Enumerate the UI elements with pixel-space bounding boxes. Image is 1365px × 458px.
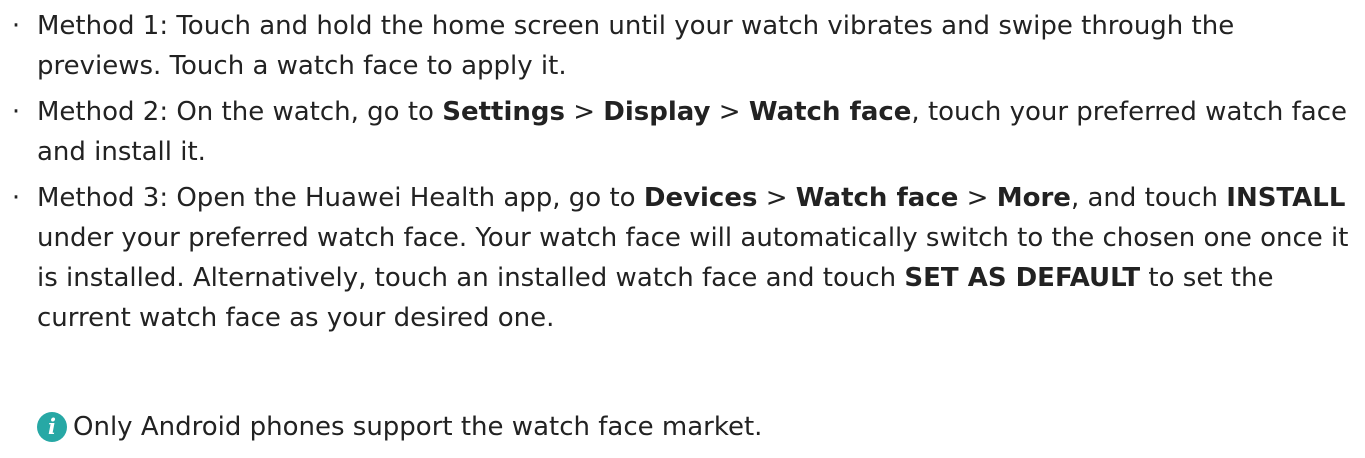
note-text: Only Android phones support the watch fa…	[73, 412, 763, 442]
method-3-set-as-default: SET AS DEFAULT	[904, 263, 1141, 293]
list-item-method-3: · Method 3: Open the Huawei Health app, g…	[0, 178, 1365, 338]
method-2-text-1: Method 2: On the watch, go to	[37, 97, 443, 127]
info-icon: i	[37, 412, 67, 442]
note: i Only Android phones support the watch …	[37, 407, 762, 447]
bullet: ·	[11, 11, 21, 41]
method-2-separator-2: >	[710, 97, 749, 127]
method-2-watch-face: Watch face	[748, 97, 912, 127]
method-3-install: INSTALL	[1226, 183, 1346, 213]
method-3-devices: Devices	[643, 183, 758, 213]
method-2-separator-1: >	[564, 97, 604, 127]
method-3-text-1: Method 3: Open the Huawei Health app, go…	[37, 183, 644, 213]
method-3-separator-2: >	[958, 183, 997, 213]
method-2-display: Display	[603, 97, 711, 127]
method-2-settings: Settings	[442, 97, 565, 127]
method-3-more: More	[996, 183, 1071, 213]
method-1-text: Method 1: Touch and hold the home screen…	[37, 11, 1235, 81]
method-3-watch-face: Watch face	[795, 183, 959, 213]
bullet: ·	[11, 183, 21, 213]
method-3-text-2: , and touch	[1070, 183, 1227, 213]
list-item-method-2: · Method 2: On the watch, go to Settings …	[0, 92, 1365, 172]
document-page: · Method 1: Touch and hold the home scre…	[0, 0, 1365, 458]
method-3-separator-1: >	[757, 183, 796, 213]
bullet: ·	[11, 97, 21, 127]
list-item-method-1: · Method 1: Touch and hold the home scre…	[0, 6, 1365, 86]
method-list: · Method 1: Touch and hold the home scre…	[0, 6, 1365, 344]
